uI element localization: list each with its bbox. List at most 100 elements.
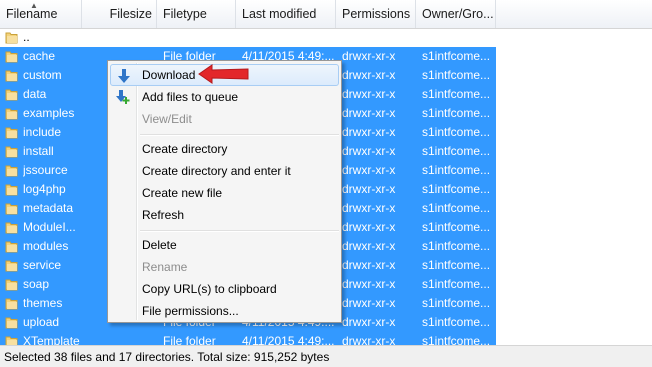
permissions: drwxr-xr-x <box>342 144 396 158</box>
menu-item-create-new-file-label: Create new file <box>142 186 223 200</box>
permissions: drwxr-xr-x <box>342 258 396 272</box>
menu-item-refresh-label: Refresh <box>142 208 185 222</box>
menu-item-add-files-to-queue-label: Add files to queue <box>142 90 239 104</box>
column-header-filesize-label: Filesize <box>109 7 152 21</box>
permissions: drwxr-xr-x <box>342 125 396 139</box>
menu-item-copy-urls[interactable]: Copy URL(s) to clipboard <box>110 278 339 300</box>
permissions: drwxr-xr-x <box>342 182 396 196</box>
column-header-filetype[interactable]: Filetype <box>157 0 236 28</box>
folder-icon <box>5 30 18 44</box>
column-header-bar: ▲ Filename Filesize Filetype Last modifi… <box>0 0 652 29</box>
menu-item-create-directory[interactable]: Create directory <box>110 138 339 160</box>
menu-item-file-permissions[interactable]: File permissions... <box>110 300 339 322</box>
column-header-filesize[interactable]: Filesize <box>82 0 157 28</box>
permissions: drwxr-xr-x <box>342 106 396 120</box>
owner-group: s1intfcome... <box>422 277 491 291</box>
file-name: service <box>23 258 62 272</box>
status-bar: Selected 38 files and 17 directories. To… <box>0 345 652 367</box>
status-text: Selected 38 files and 17 directories. To… <box>4 350 330 364</box>
file-name: modules <box>23 239 69 253</box>
folder-icon <box>5 296 18 310</box>
owner-group: s1intfcome... <box>422 125 491 139</box>
column-header-last-modified[interactable]: Last modified <box>236 0 336 28</box>
menu-item-file-permissions-label: File permissions... <box>142 304 239 318</box>
owner-group <box>422 28 496 47</box>
owner-group: s1intfcome... <box>422 182 491 196</box>
owner-group: s1intfcome... <box>422 334 491 345</box>
permissions: drwxr-xr-x <box>342 68 396 82</box>
file-type: File folder <box>163 334 216 345</box>
column-header-owner-group-label: Owner/Gro... <box>422 7 494 21</box>
menu-item-create-new-file[interactable]: Create new file <box>110 182 339 204</box>
file-name: cache <box>23 49 56 63</box>
file-name: .. <box>23 30 30 44</box>
folder-icon <box>5 258 18 272</box>
folder-icon <box>5 315 18 329</box>
file-name: jssource <box>23 163 68 177</box>
menu-item-delete-label: Delete <box>142 238 177 252</box>
menu-item-add-files-to-queue[interactable]: Add files to queue <box>110 86 339 108</box>
folder-icon <box>5 334 18 345</box>
folder-icon <box>5 144 18 158</box>
file-name: XTemplate <box>23 334 80 345</box>
owner-group: s1intfcome... <box>422 68 491 82</box>
file-name: custom <box>23 68 62 82</box>
folder-icon <box>5 201 18 215</box>
permissions: drwxr-xr-x <box>342 239 396 253</box>
column-header-owner-group[interactable]: Owner/Gro... <box>416 0 496 28</box>
menu-item-download-label: Download <box>142 68 196 82</box>
folder-icon <box>5 163 18 177</box>
column-header-last-modified-label: Last modified <box>242 7 317 21</box>
owner-group: s1intfcome... <box>422 258 491 272</box>
file-name: examples <box>23 106 75 120</box>
column-header-permissions[interactable]: Permissions <box>336 0 416 28</box>
file-name: upload <box>23 315 60 329</box>
owner-group: s1intfcome... <box>422 201 491 215</box>
menu-item-create-directory-label: Create directory <box>142 142 228 156</box>
permissions: drwxr-xr-x <box>342 220 396 234</box>
column-header-filename[interactable]: ▲ Filename <box>0 0 82 28</box>
context-menu: Download Add files to queue View/Edit Cr… <box>107 60 342 323</box>
permissions: drwxr-xr-x <box>342 163 396 177</box>
permissions: drwxr-xr-x <box>342 277 396 291</box>
file-type <box>163 28 238 47</box>
menu-item-refresh[interactable]: Refresh <box>110 204 339 226</box>
permissions: drwxr-xr-x <box>342 87 396 101</box>
menu-item-copy-urls-label: Copy URL(s) to clipboard <box>142 282 277 296</box>
download-arrow-icon <box>116 68 132 84</box>
owner-group: s1intfcome... <box>422 87 491 101</box>
folder-icon <box>5 277 18 291</box>
menu-item-delete[interactable]: Delete <box>110 234 339 256</box>
permissions: drwxr-xr-x <box>342 315 396 329</box>
file-name: metadata <box>23 201 74 215</box>
column-header-permissions-label: Permissions <box>342 7 411 21</box>
parent-directory-row[interactable]: .. <box>0 28 496 47</box>
folder-icon <box>5 182 18 196</box>
menu-item-create-directory-and-enter-label: Create directory and enter it <box>142 164 291 178</box>
menu-separator <box>140 134 339 136</box>
folder-icon <box>5 220 18 234</box>
folder-icon <box>5 106 18 120</box>
file-name: ModuleI... <box>23 220 76 234</box>
owner-group: s1intfcome... <box>422 296 491 310</box>
file-name: log4php <box>23 182 66 196</box>
owner-group: s1intfcome... <box>422 220 491 234</box>
folder-icon <box>5 49 18 63</box>
permissions: drwxr-xr-x <box>342 296 396 310</box>
menu-item-view-edit: View/Edit <box>110 108 339 130</box>
owner-group: s1intfcome... <box>422 106 491 120</box>
file-row[interactable]: XTemplate File folder 4/11/2015 4:49:... dr… <box>0 332 496 345</box>
sort-ascending-icon: ▲ <box>30 1 38 10</box>
folder-icon <box>5 125 18 139</box>
owner-group: s1intfcome... <box>422 49 491 63</box>
folder-icon <box>5 68 18 82</box>
folder-icon <box>5 87 18 101</box>
menu-item-create-directory-and-enter[interactable]: Create directory and enter it <box>110 160 339 182</box>
add-to-queue-icon <box>115 89 131 105</box>
owner-group: s1intfcome... <box>422 315 491 329</box>
last-modified: 4/11/2015 4:49:... <box>242 334 335 345</box>
permissions: drwxr-xr-x <box>342 49 396 63</box>
file-name: data <box>23 87 47 101</box>
file-name: install <box>23 144 54 158</box>
file-name: include <box>23 125 62 139</box>
